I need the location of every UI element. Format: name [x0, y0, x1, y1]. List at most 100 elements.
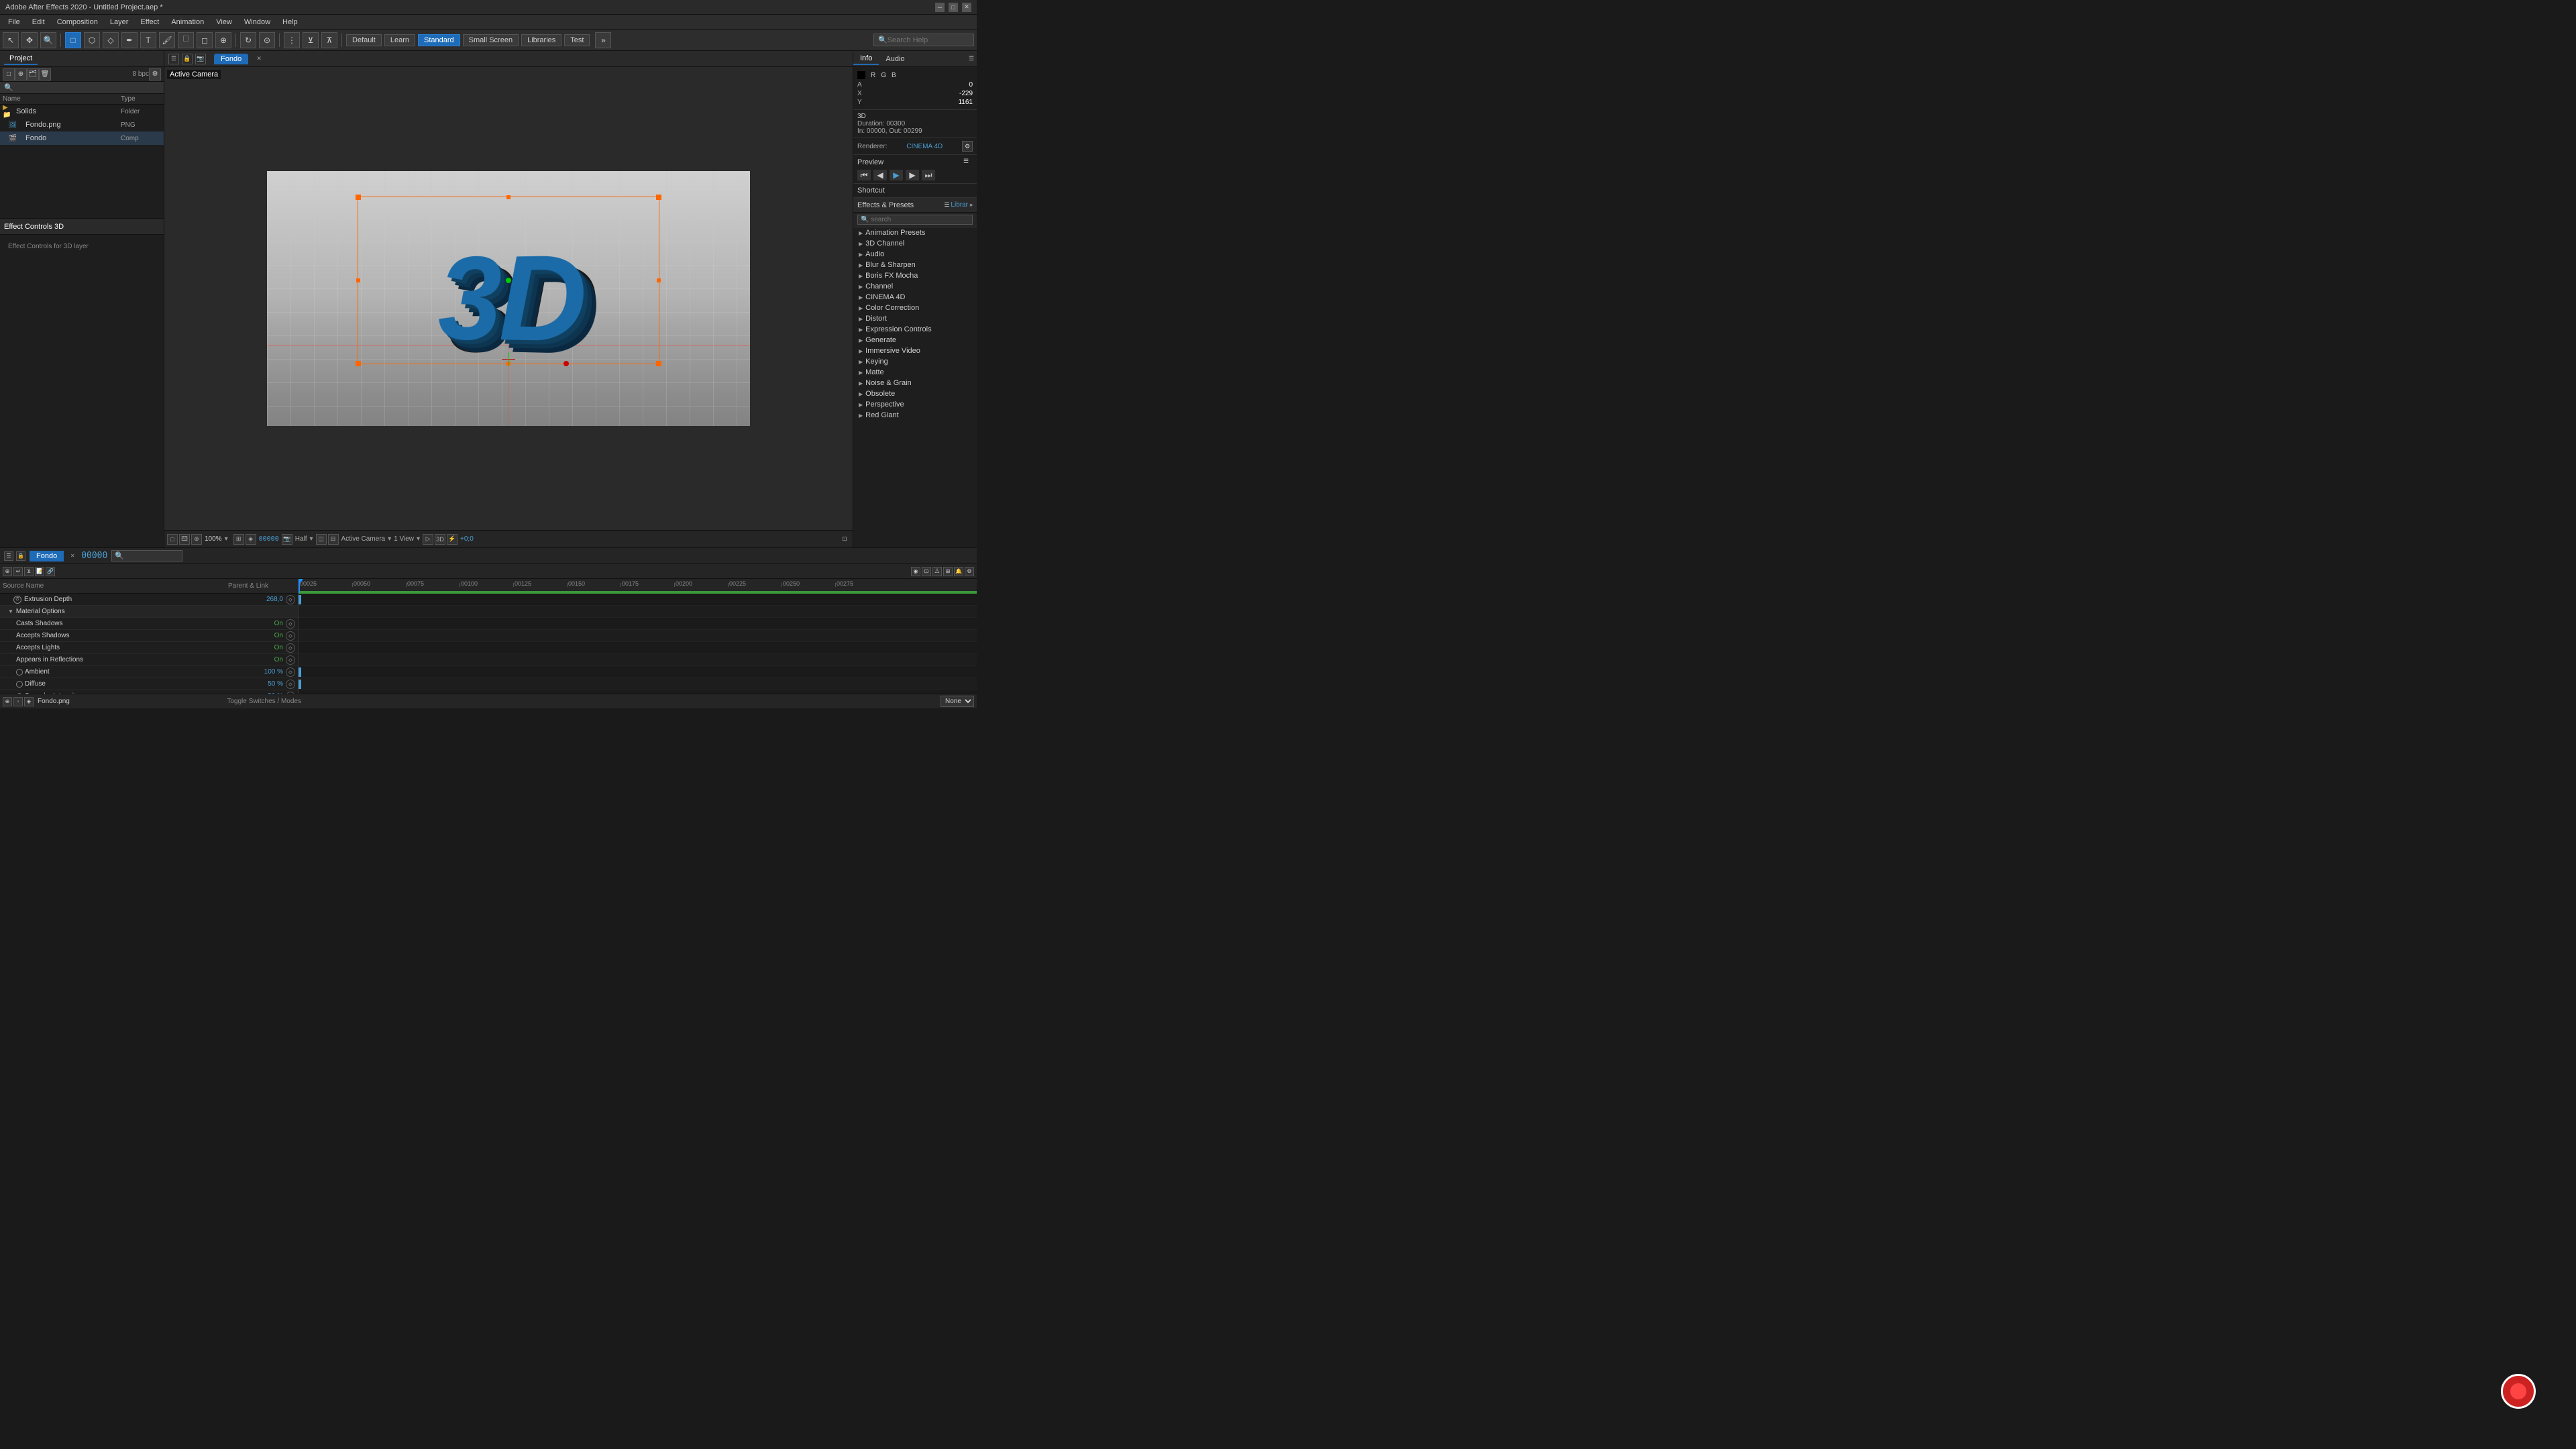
preview-step-forward[interactable]: ▶	[906, 170, 919, 180]
3d-draft-btn[interactable]: 3D	[435, 534, 445, 545]
effects-item-color-correction[interactable]: ▶ Color Correction	[853, 303, 977, 313]
view-dropdown[interactable]: ▾	[417, 535, 420, 543]
right-panel-menu[interactable]: ☰	[966, 54, 977, 64]
menu-file[interactable]: File	[3, 17, 25, 28]
effects-search-bar[interactable]	[853, 213, 977, 227]
zoom-dropdown-icon[interactable]: ▾	[225, 535, 228, 543]
comp-ctrl-btn2[interactable]: 🖽	[179, 534, 190, 545]
timeline-comp-tab[interactable]: Fondo	[30, 551, 64, 561]
resolution-dropdown[interactable]: ▾	[310, 535, 313, 543]
effects-item-generate[interactable]: ▶ Generate	[853, 335, 977, 345]
toggle-switches-label[interactable]: Toggle Switches / Modes	[227, 698, 301, 705]
preview-step-back[interactable]: ◀	[873, 170, 887, 180]
tool-shape3[interactable]: ◇	[103, 32, 119, 48]
tl-ctrl-right-1[interactable]: ◉	[911, 567, 920, 576]
comp-tab-close[interactable]: ✕	[254, 54, 264, 64]
tool-3d-rotate[interactable]: ↻	[240, 32, 256, 48]
menu-effect[interactable]: Effect	[135, 17, 164, 28]
tool-move[interactable]: ✥	[21, 32, 38, 48]
workspace-learn[interactable]: Learn	[384, 34, 415, 46]
close-button[interactable]: ✕	[962, 3, 971, 12]
preview-skip-start[interactable]: ⏮	[857, 170, 871, 180]
effects-item-animation-presets[interactable]: ▶ Animation Presets	[853, 227, 977, 238]
timeline-lock[interactable]: 🔒	[16, 551, 25, 561]
tl-ctrl-4[interactable]: 📝	[35, 567, 44, 576]
tool-extra3[interactable]: ⊼	[321, 32, 337, 48]
effects-item-keying[interactable]: ▶ Keying	[853, 356, 977, 367]
project-btn-1[interactable]: □	[3, 68, 15, 80]
effects-presets-menu[interactable]: ☰	[944, 201, 949, 209]
timeline-search-input[interactable]	[125, 552, 179, 559]
effects-item-blur-sharpen[interactable]: ▶ Blur & Sharpen	[853, 260, 977, 270]
tool-extra1[interactable]: ⋮	[284, 32, 300, 48]
comp-panel-snapshot[interactable]: 📷	[195, 54, 206, 64]
camera-dropdown[interactable]: ▾	[388, 535, 391, 543]
effects-item-expression-controls[interactable]: ▶ Expression Controls	[853, 324, 977, 335]
tool-shape2[interactable]: ⬡	[84, 32, 100, 48]
tool-extra2[interactable]: ⊻	[303, 32, 319, 48]
tl-bottom-btn-1[interactable]: ⊕	[3, 697, 12, 706]
effects-item-noise-grain[interactable]: ▶ Noise & Grain	[853, 378, 977, 388]
project-item-fondo-png[interactable]: 🖼 Fondo.png PNG	[0, 118, 164, 131]
tl-bottom-btn-2[interactable]: ◦	[13, 697, 23, 706]
preview-play[interactable]: ▶	[890, 170, 903, 180]
comp-ctrl-mask[interactable]: ◈	[246, 534, 256, 545]
help-search-bar[interactable]: 🔍	[873, 34, 974, 46]
tl-ctrl-right-5[interactable]: 🔔	[954, 567, 963, 576]
tl-ctrl-1[interactable]: ⊕	[3, 567, 12, 576]
layer-row-appears-reflections[interactable]: Appears in Reflections On ◇	[0, 654, 298, 666]
workspace-more[interactable]: »	[595, 32, 611, 48]
search-input[interactable]	[888, 36, 968, 44]
layer-row-accepts-shadows[interactable]: Accepts Shadows On ◇	[0, 630, 298, 642]
tool-search[interactable]: 🔍	[40, 32, 56, 48]
effects-expand-btn[interactable]: »	[969, 201, 973, 209]
effects-item-cinema4d[interactable]: ▶ CINEMA 4D	[853, 292, 977, 303]
render-btn[interactable]: ▷	[423, 534, 433, 545]
effects-item-perspective[interactable]: ▶ Perspective	[853, 399, 977, 410]
workspace-standard[interactable]: Standard	[418, 34, 460, 46]
layer-row-extrusion-depth[interactable]: ⏱ Extrusion Depth 268,0 ◇	[0, 594, 298, 606]
workspace-test[interactable]: Test	[564, 34, 590, 46]
menu-edit[interactable]: Edit	[27, 17, 50, 28]
workspace-default[interactable]: Default	[346, 34, 382, 46]
timeline-comp-close[interactable]: ✕	[68, 551, 77, 561]
tl-ctrl-right-3[interactable]: ⧊	[932, 567, 942, 576]
effects-item-3d-channel[interactable]: ▶ 3D Channel	[853, 238, 977, 249]
tool-pen[interactable]: ✒	[121, 32, 138, 48]
project-tab[interactable]: Project	[4, 53, 38, 65]
menu-layer[interactable]: Layer	[105, 17, 134, 28]
project-item-fondo-comp[interactable]: 🎬 Fondo Comp	[0, 131, 164, 145]
project-settings[interactable]: ⚙	[149, 68, 161, 80]
tool-eraser[interactable]: ◻	[197, 32, 213, 48]
layer-row-casts-shadows[interactable]: Casts Shadows On ◇	[0, 618, 298, 630]
right-tab-audio[interactable]: Audio	[879, 54, 911, 64]
minimize-button[interactable]: ─	[935, 3, 945, 12]
comp-ctrl-btn3[interactable]: ⊕	[191, 534, 202, 545]
effects-item-distort[interactable]: ▶ Distort	[853, 313, 977, 324]
timeline-timecode[interactable]: 00000	[81, 551, 107, 561]
preview-skip-end[interactable]: ⏭	[922, 170, 935, 180]
timeline-menu[interactable]: ☰	[4, 551, 13, 561]
effects-item-audio[interactable]: ▶ Audio	[853, 249, 977, 260]
effects-item-matte[interactable]: ▶ Matte	[853, 367, 977, 378]
tl-ctrl-right-4[interactable]: ⊞	[943, 567, 953, 576]
effects-item-obsolete[interactable]: ▶ Obsolete	[853, 388, 977, 399]
comp-ctrl-grid[interactable]: ⊞	[233, 534, 244, 545]
tl-ctrl-3[interactable]: ⊻	[24, 567, 34, 576]
tool-select[interactable]: ↖	[3, 32, 19, 48]
tool-3d-orbit[interactable]: ⊙	[259, 32, 275, 48]
project-btn-4[interactable]: 🗑	[39, 68, 51, 80]
tl-ctrl-2[interactable]: ↩	[13, 567, 23, 576]
menu-help[interactable]: Help	[277, 17, 303, 28]
layer-row-ambient[interactable]: Ambient 100 % ◇	[0, 666, 298, 678]
timeline-playhead[interactable]	[299, 579, 300, 593]
menu-animation[interactable]: Animation	[166, 17, 209, 28]
tool-shape1[interactable]: □	[65, 32, 81, 48]
effects-item-red-giant[interactable]: ▶ Red Giant	[853, 410, 977, 421]
layer-row-accepts-lights[interactable]: Accepts Lights On ◇	[0, 642, 298, 654]
menu-view[interactable]: View	[211, 17, 237, 28]
menu-composition[interactable]: Composition	[52, 17, 103, 28]
tl-ctrl-5[interactable]: 🔗	[46, 567, 55, 576]
project-btn-2[interactable]: ⊕	[15, 68, 27, 80]
comp-ctrl-btn1[interactable]: □	[167, 534, 178, 545]
